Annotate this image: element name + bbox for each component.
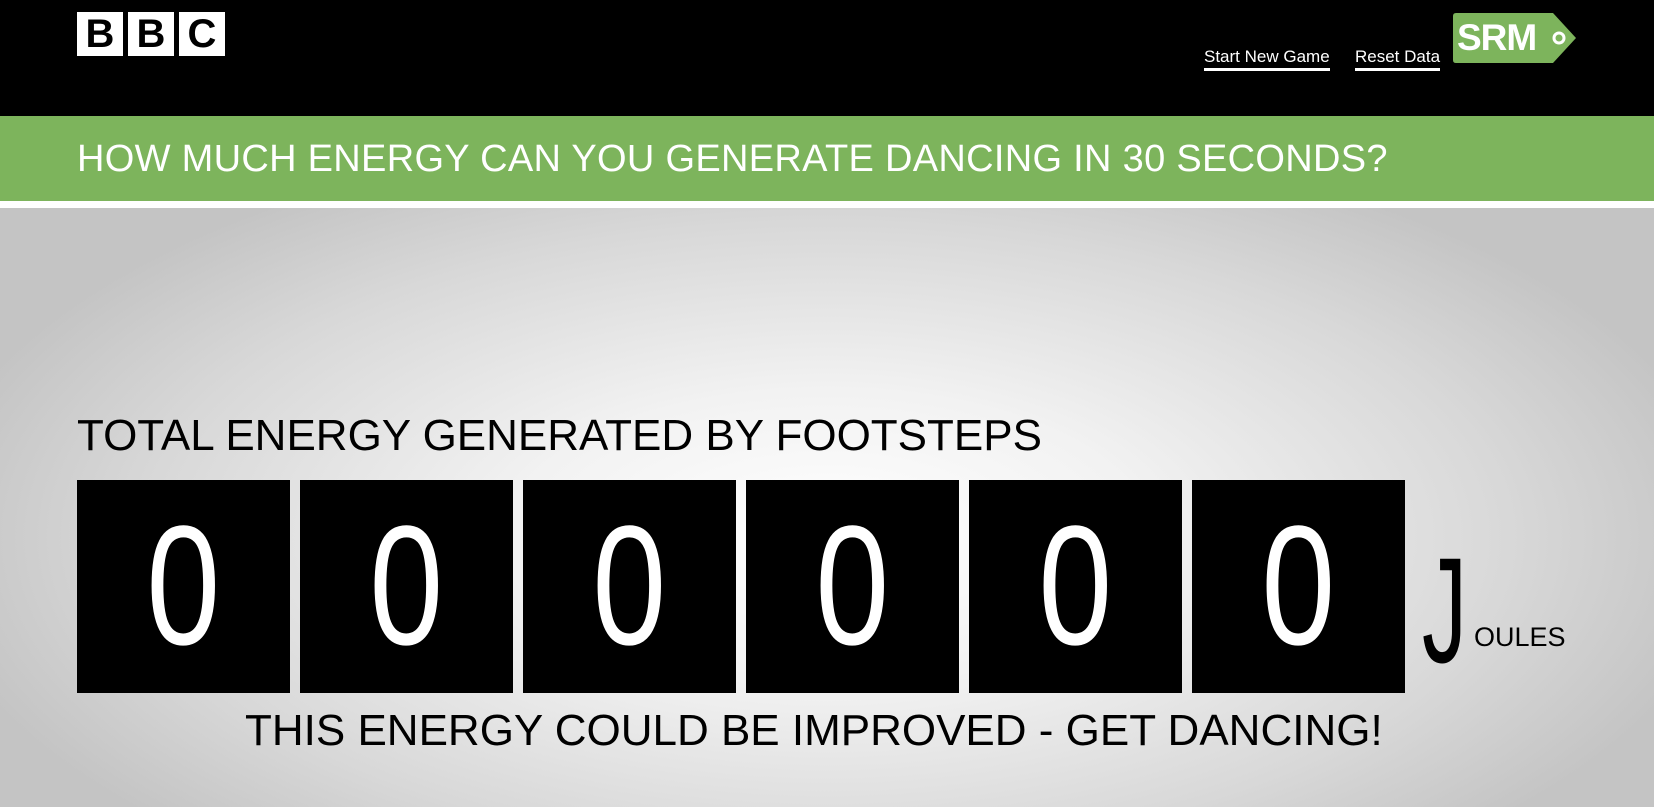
counter-digit-1: 0: [77, 480, 290, 693]
energy-panel: TOTAL ENERGY GENERATED BY FOOTSTEPS 0 0 …: [0, 208, 1654, 807]
start-new-game-link[interactable]: Start New Game: [1204, 47, 1330, 71]
top-header: B B C Start New Game Reset Data SRM: [0, 0, 1654, 116]
bbc-logo-letter-b1: B: [77, 12, 123, 56]
banner-divider: [0, 201, 1654, 208]
counter-digit-5: 0: [969, 480, 1182, 693]
counter-digit-4: 0: [746, 480, 959, 693]
counter-digit-3: 0: [523, 480, 736, 693]
counter-digit-2: 0: [300, 480, 513, 693]
srm-logo: SRM: [1453, 13, 1577, 63]
energy-counter: 0 0 0 0 0 0: [77, 480, 1415, 693]
page-title: HOW MUCH ENERGY CAN YOU GENERATE DANCING…: [77, 138, 1388, 180]
unit-initial: J: [1422, 526, 1467, 694]
srm-logo-text: SRM: [1457, 17, 1537, 58]
total-energy-label: TOTAL ENERGY GENERATED BY FOOTSTEPS: [77, 411, 1042, 460]
unit-rest: OULES: [1474, 622, 1566, 652]
title-banner: HOW MUCH ENERGY CAN YOU GENERATE DANCING…: [0, 116, 1654, 201]
bbc-logo: B B C: [77, 12, 225, 56]
encouragement-message: THIS ENERGY COULD BE IMPROVED - GET DANC…: [245, 706, 1383, 755]
counter-digit-6: 0: [1192, 480, 1405, 693]
bbc-logo-letter-c: C: [179, 12, 225, 56]
bbc-logo-letter-b2: B: [128, 12, 174, 56]
reset-data-link[interactable]: Reset Data: [1355, 47, 1441, 71]
